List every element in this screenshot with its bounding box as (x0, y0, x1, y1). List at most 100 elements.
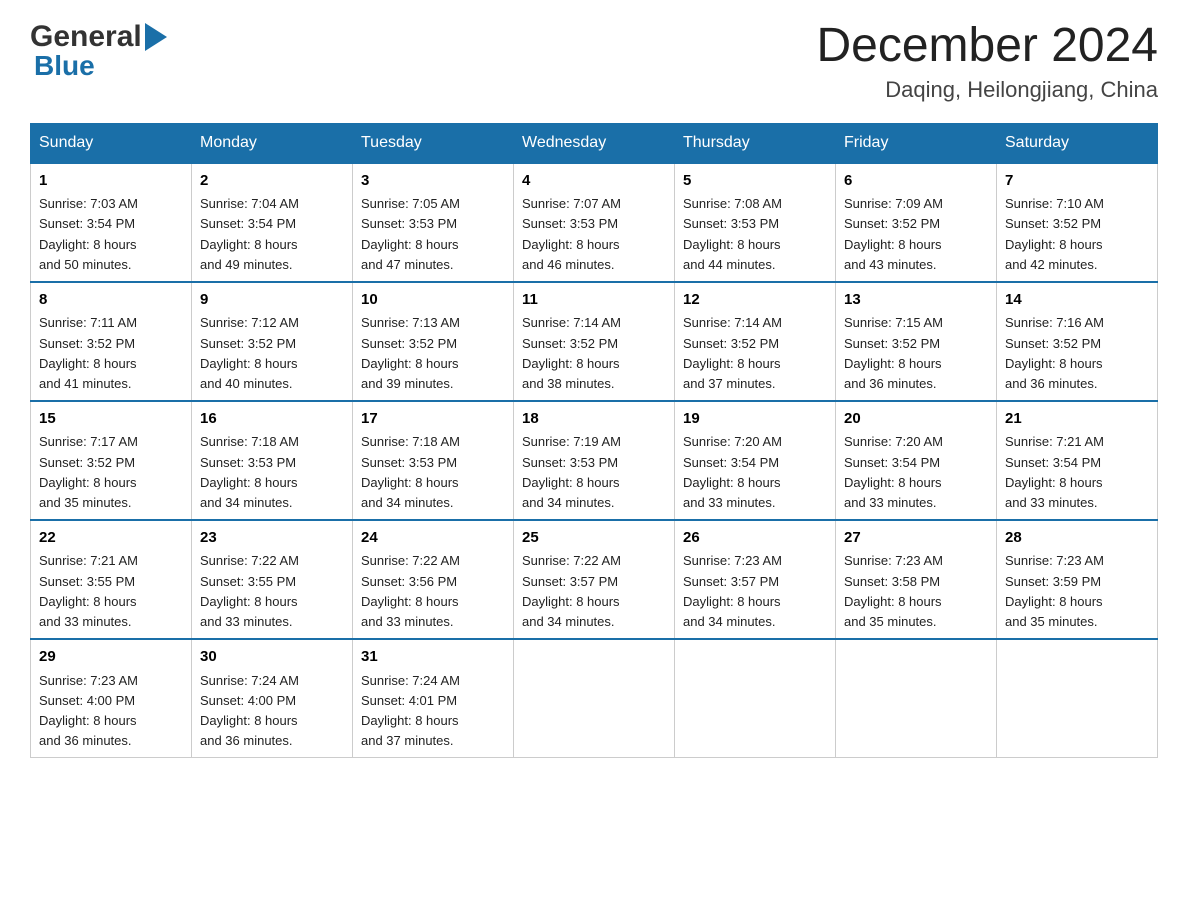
day-info: Sunrise: 7:11 AMSunset: 3:52 PMDaylight:… (39, 315, 137, 390)
page-header: General Blue December 2024 Daqing, Heilo… (30, 20, 1158, 103)
day-number: 12 (683, 289, 827, 312)
logo-general-text: General (30, 20, 142, 54)
day-info: Sunrise: 7:22 AMSunset: 3:57 PMDaylight:… (522, 553, 621, 628)
day-info: Sunrise: 7:23 AMSunset: 3:58 PMDaylight:… (844, 553, 943, 628)
weekday-header-friday: Friday (836, 123, 997, 163)
day-number: 15 (39, 408, 183, 431)
calendar-week-2: 8 Sunrise: 7:11 AMSunset: 3:52 PMDaylight… (31, 282, 1158, 401)
day-info: Sunrise: 7:12 AMSunset: 3:52 PMDaylight:… (200, 315, 299, 390)
title-section: December 2024 Daqing, Heilongjiang, Chin… (816, 20, 1158, 103)
day-info: Sunrise: 7:15 AMSunset: 3:52 PMDaylight:… (844, 315, 943, 390)
day-info: Sunrise: 7:20 AMSunset: 3:54 PMDaylight:… (844, 434, 943, 509)
calendar-day-12: 12Sunrise: 7:14 AMSunset: 3:52 PMDayligh… (675, 282, 836, 401)
calendar-day-17: 17 Sunrise: 7:18 AMSunset: 3:53 PMDayligh… (353, 401, 514, 520)
day-number: 30 (200, 646, 344, 669)
day-info: Sunrise: 7:24 AMSunset: 4:01 PMDaylight:… (361, 673, 460, 748)
calendar-day-6: 6 Sunrise: 7:09 AMSunset: 3:52 PMDaylight… (836, 163, 997, 282)
empty-cell (514, 639, 675, 758)
calendar-day-2: 2 Sunrise: 7:04 AMSunset: 3:54 PMDaylight… (192, 163, 353, 282)
day-info: Sunrise: 7:20 AMSunset: 3:54 PMDaylight:… (683, 434, 782, 509)
day-info: Sunrise: 7:13 AMSunset: 3:52 PMDaylight:… (361, 315, 460, 390)
empty-cell (675, 639, 836, 758)
day-number: 3 (361, 170, 505, 193)
calendar-day-28: 28Sunrise: 7:23 AMSunset: 3:59 PMDayligh… (997, 520, 1158, 639)
calendar-day-29: 29 Sunrise: 7:23 AMSunset: 4:00 PMDayligh… (31, 639, 192, 758)
calendar-day-4: 4Sunrise: 7:07 AMSunset: 3:53 PMDaylight… (514, 163, 675, 282)
day-number: 7 (1005, 170, 1149, 193)
day-info: Sunrise: 7:24 AMSunset: 4:00 PMDaylight:… (200, 673, 299, 748)
day-number: 19 (683, 408, 827, 431)
weekday-header-monday: Monday (192, 123, 353, 163)
calendar-day-30: 30 Sunrise: 7:24 AMSunset: 4:00 PMDayligh… (192, 639, 353, 758)
day-number: 5 (683, 170, 827, 193)
day-number: 17 (361, 408, 505, 431)
day-number: 28 (1005, 527, 1149, 550)
day-number: 26 (683, 527, 827, 550)
logo-blue-text: Blue (34, 50, 95, 82)
day-number: 24 (361, 527, 505, 550)
weekday-header-saturday: Saturday (997, 123, 1158, 163)
day-number: 8 (39, 289, 183, 312)
day-info: Sunrise: 7:19 AMSunset: 3:53 PMDaylight:… (522, 434, 621, 509)
day-info: Sunrise: 7:21 AMSunset: 3:54 PMDaylight:… (1005, 434, 1104, 509)
calendar-day-8: 8 Sunrise: 7:11 AMSunset: 3:52 PMDaylight… (31, 282, 192, 401)
day-number: 23 (200, 527, 344, 550)
day-number: 20 (844, 408, 988, 431)
day-number: 10 (361, 289, 505, 312)
calendar-day-23: 23Sunrise: 7:22 AMSunset: 3:55 PMDayligh… (192, 520, 353, 639)
calendar-day-9: 9 Sunrise: 7:12 AMSunset: 3:52 PMDaylight… (192, 282, 353, 401)
day-number: 1 (39, 170, 183, 193)
weekday-header-wednesday: Wednesday (514, 123, 675, 163)
day-info: Sunrise: 7:16 AMSunset: 3:52 PMDaylight:… (1005, 315, 1104, 390)
day-number: 21 (1005, 408, 1149, 431)
day-info: Sunrise: 7:23 AMSunset: 4:00 PMDaylight:… (39, 673, 138, 748)
weekday-header-row: SundayMondayTuesdayWednesdayThursdayFrid… (31, 123, 1158, 163)
day-info: Sunrise: 7:08 AMSunset: 3:53 PMDaylight:… (683, 196, 782, 271)
calendar-day-1: 1 Sunrise: 7:03 AMSunset: 3:54 PMDaylight… (31, 163, 192, 282)
day-number: 9 (200, 289, 344, 312)
day-info: Sunrise: 7:17 AMSunset: 3:52 PMDaylight:… (39, 434, 138, 509)
weekday-header-sunday: Sunday (31, 123, 192, 163)
calendar-day-5: 5 Sunrise: 7:08 AMSunset: 3:53 PMDaylight… (675, 163, 836, 282)
day-info: Sunrise: 7:10 AMSunset: 3:52 PMDaylight:… (1005, 196, 1104, 271)
calendar-day-14: 14Sunrise: 7:16 AMSunset: 3:52 PMDayligh… (997, 282, 1158, 401)
day-info: Sunrise: 7:18 AMSunset: 3:53 PMDaylight:… (361, 434, 460, 509)
day-number: 16 (200, 408, 344, 431)
calendar-day-16: 16 Sunrise: 7:18 AMSunset: 3:53 PMDayligh… (192, 401, 353, 520)
day-info: Sunrise: 7:03 AMSunset: 3:54 PMDaylight:… (39, 196, 138, 271)
calendar-day-21: 21 Sunrise: 7:21 AMSunset: 3:54 PMDayligh… (997, 401, 1158, 520)
calendar-day-20: 20 Sunrise: 7:20 AMSunset: 3:54 PMDayligh… (836, 401, 997, 520)
calendar-day-11: 11Sunrise: 7:14 AMSunset: 3:52 PMDayligh… (514, 282, 675, 401)
day-info: Sunrise: 7:04 AMSunset: 3:54 PMDaylight:… (200, 196, 299, 271)
calendar-table: SundayMondayTuesdayWednesdayThursdayFrid… (30, 123, 1158, 758)
empty-cell (997, 639, 1158, 758)
month-title: December 2024 (816, 20, 1158, 73)
day-info: Sunrise: 7:21 AMSunset: 3:55 PMDaylight:… (39, 553, 138, 628)
day-number: 18 (522, 408, 666, 431)
day-number: 13 (844, 289, 988, 312)
day-number: 29 (39, 646, 183, 669)
day-info: Sunrise: 7:09 AMSunset: 3:52 PMDaylight:… (844, 196, 943, 271)
calendar-day-15: 15 Sunrise: 7:17 AMSunset: 3:52 PMDayligh… (31, 401, 192, 520)
calendar-day-24: 24Sunrise: 7:22 AMSunset: 3:56 PMDayligh… (353, 520, 514, 639)
day-info: Sunrise: 7:05 AMSunset: 3:53 PMDaylight:… (361, 196, 460, 271)
calendar-day-26: 26 Sunrise: 7:23 AMSunset: 3:57 PMDayligh… (675, 520, 836, 639)
calendar-day-13: 13 Sunrise: 7:15 AMSunset: 3:52 PMDayligh… (836, 282, 997, 401)
day-number: 4 (522, 170, 666, 193)
calendar-day-22: 22 Sunrise: 7:21 AMSunset: 3:55 PMDayligh… (31, 520, 192, 639)
calendar-day-31: 31 Sunrise: 7:24 AMSunset: 4:01 PMDayligh… (353, 639, 514, 758)
calendar-day-18: 18 Sunrise: 7:19 AMSunset: 3:53 PMDayligh… (514, 401, 675, 520)
logo: General Blue (30, 20, 167, 82)
day-number: 2 (200, 170, 344, 193)
day-number: 27 (844, 527, 988, 550)
calendar-day-27: 27 Sunrise: 7:23 AMSunset: 3:58 PMDayligh… (836, 520, 997, 639)
day-number: 6 (844, 170, 988, 193)
day-number: 25 (522, 527, 666, 550)
day-number: 31 (361, 646, 505, 669)
logo-arrow-icon (145, 23, 167, 51)
day-number: 22 (39, 527, 183, 550)
calendar-day-25: 25 Sunrise: 7:22 AMSunset: 3:57 PMDayligh… (514, 520, 675, 639)
day-info: Sunrise: 7:23 AMSunset: 3:57 PMDaylight:… (683, 553, 782, 628)
location-title: Daqing, Heilongjiang, China (816, 77, 1158, 103)
day-info: Sunrise: 7:18 AMSunset: 3:53 PMDaylight:… (200, 434, 299, 509)
